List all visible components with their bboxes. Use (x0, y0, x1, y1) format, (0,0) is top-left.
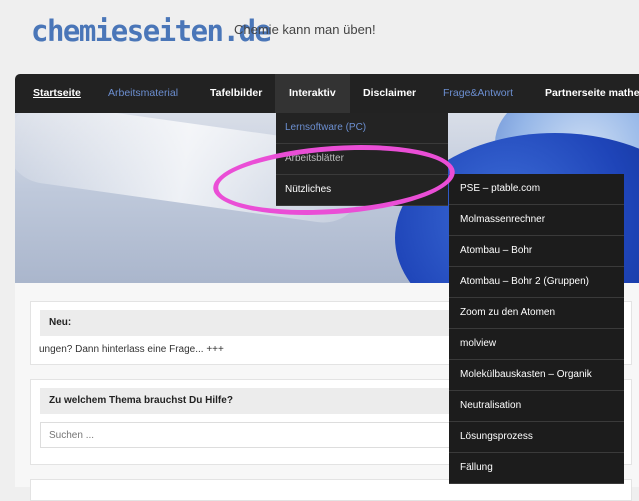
submenu-item-atombau-bohr-2[interactable]: Atombau – Bohr 2 (Gruppen) (449, 267, 624, 298)
submenu-item-molview[interactable]: molview (449, 329, 624, 360)
nav-item-disclaimer[interactable]: Disclaimer (363, 74, 416, 113)
submenu-item-pse[interactable]: PSE – ptable.com (449, 174, 624, 205)
site-tagline: Chemie kann man üben! (234, 22, 376, 37)
nav-item-frage-antwort[interactable]: Frage&Antwort (443, 74, 513, 113)
nav-item-interaktiv[interactable]: Interaktiv (275, 74, 350, 113)
submenu-item-loesungsprozess[interactable]: Lösungsprozess (449, 422, 624, 453)
submenu-item-molekuelbaukasten[interactable]: Molekülbauskasten – Organik (449, 360, 624, 391)
menu-item-lernsoftware[interactable]: Lernsoftware (PC) (276, 113, 448, 144)
submenu-item-zoom-atome[interactable]: Zoom zu den Atomen (449, 298, 624, 329)
nav-item-startseite[interactable]: Startseite (33, 74, 81, 113)
submenu-item-atombau-bohr[interactable]: Atombau – Bohr (449, 236, 624, 267)
nav-item-partnerseite[interactable]: Partnerseite mathe- (545, 74, 639, 113)
search-input[interactable] (40, 422, 460, 448)
nuetzliches-submenu: PSE – ptable.com Molmassenrechner Atomba… (449, 174, 624, 484)
main-navbar: Startseite Arbeitsmaterial Tafelbilder I… (15, 74, 639, 113)
nav-item-arbeitsmaterial[interactable]: Arbeitsmaterial (108, 74, 178, 113)
nav-item-tafelbilder[interactable]: Tafelbilder (210, 74, 262, 113)
submenu-item-neutralisation[interactable]: Neutralisation (449, 391, 624, 422)
submenu-item-molmassenrechner[interactable]: Molmassenrechner (449, 205, 624, 236)
submenu-item-faellung[interactable]: Fällung (449, 453, 624, 484)
